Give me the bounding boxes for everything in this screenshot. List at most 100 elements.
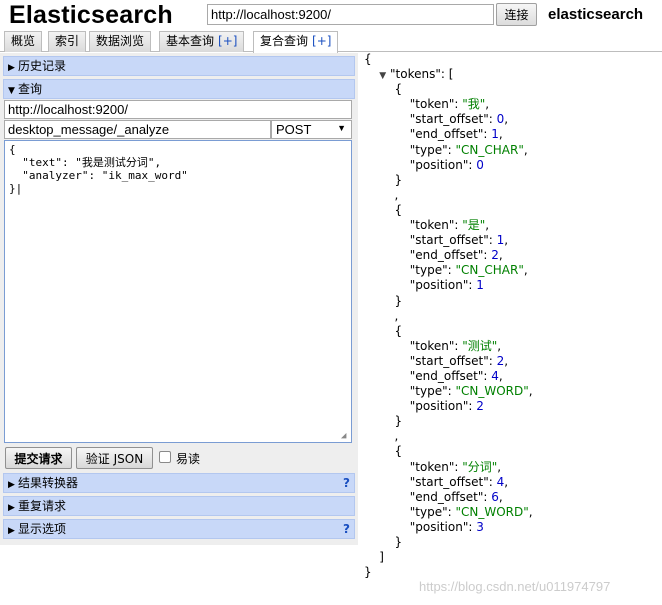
- tab-overview[interactable]: 概览: [4, 31, 43, 52]
- json-brace: }: [394, 172, 403, 187]
- tab-bar: 概览 索引 数据浏览 基本查询 [+] 复合查询 [+]: [0, 30, 662, 53]
- collapse-toggle-icon[interactable]: ▼: [379, 71, 386, 81]
- body-line: "analyzer": "ik_max_word": [9, 169, 188, 182]
- json-key: "position": [409, 278, 469, 293]
- json-value: 0: [496, 112, 505, 127]
- json-line: "token": "测试",: [409, 338, 502, 353]
- json-key: "tokens": [: [390, 67, 454, 82]
- json-brace: {: [394, 444, 403, 459]
- json-value: "CN_WORD": [455, 504, 529, 519]
- json-line: "type": "CN_WORD",: [409, 504, 533, 519]
- json-brace: }: [364, 565, 372, 580]
- json-line: "start_offset": 0,: [409, 112, 509, 127]
- json-line: }: [364, 414, 660, 429]
- tab-label: 数据浏览: [96, 34, 145, 48]
- json-line: "token": "我",: [409, 97, 490, 112]
- json-line: "token": "分词",: [409, 459, 502, 474]
- json-separator: ,: [394, 187, 399, 202]
- pretty-checkbox-label: 易读: [176, 452, 201, 466]
- query-url-input[interactable]: [4, 100, 352, 119]
- resize-grip-icon[interactable]: ◢: [341, 432, 350, 441]
- json-value: "测试": [462, 338, 498, 353]
- tab-plus[interactable]: [+]: [218, 34, 237, 48]
- history-section-header[interactable]: ▶ 历史记录: [3, 56, 355, 76]
- json-value: "CN_CHAR": [455, 142, 524, 157]
- json-value: 1: [496, 233, 505, 248]
- help-icon[interactable]: ?: [343, 520, 350, 538]
- request-body-editor[interactable]: { "text": "我是测试分词", "analyzer": "ik_max_…: [4, 140, 352, 443]
- method-value: POST: [276, 122, 312, 137]
- json-brace: }: [394, 414, 403, 429]
- json-line: }: [364, 173, 660, 188]
- json-key: "start_offset": [409, 233, 489, 248]
- submit-request-button[interactable]: 提交请求: [5, 447, 72, 469]
- query-section-header[interactable]: ▼ 查询: [3, 79, 355, 99]
- json-value: 2: [496, 353, 505, 368]
- connect-button[interactable]: 连接: [496, 3, 537, 26]
- json-line: "position": 1: [409, 278, 484, 293]
- section-label: 结果转换器: [18, 476, 79, 490]
- json-value: 6: [491, 489, 499, 504]
- tokens-list: { "token": "我", "start_offset": 0, "end_…: [364, 82, 660, 550]
- json-key: "type": [409, 263, 448, 278]
- tab-label: 索引: [55, 34, 80, 48]
- json-line: "type": "CN_WORD",: [409, 384, 533, 399]
- json-value: 0: [476, 157, 484, 172]
- json-line: "position": 0: [409, 157, 484, 172]
- json-bracket: ]: [379, 550, 384, 565]
- json-value: 4: [496, 474, 505, 489]
- json-line: "position": 3: [409, 519, 484, 534]
- json-value: 2: [476, 399, 484, 414]
- json-value: 4: [491, 368, 499, 383]
- validate-json-button[interactable]: 验证 JSON: [76, 447, 153, 469]
- tab-label: 概览: [11, 34, 36, 48]
- cluster-url-input[interactable]: [207, 4, 494, 25]
- json-key: "end_offset": [409, 248, 484, 263]
- expand-right-icon: ▶: [8, 503, 15, 513]
- cluster-name: elasticsearch: [548, 6, 644, 23]
- json-line: "end_offset": 2,: [409, 248, 503, 263]
- tab-compound-query[interactable]: 复合查询 [+]: [253, 31, 339, 53]
- display-options-section-header[interactable]: ▶ 显示选项 ?: [3, 519, 355, 539]
- json-key: "type": [409, 384, 448, 399]
- json-value: "我": [462, 97, 486, 112]
- section-label: 重复请求: [18, 499, 67, 513]
- json-line: }: [364, 294, 660, 309]
- json-line: ,: [364, 188, 660, 203]
- json-key: "type": [409, 504, 448, 519]
- query-path-input[interactable]: [4, 120, 271, 139]
- json-value: "分词": [462, 459, 498, 474]
- repeat-section-header[interactable]: ▶ 重复请求: [3, 496, 355, 516]
- json-line: "position": 2: [409, 399, 484, 414]
- expand-right-icon: ▶: [8, 480, 15, 490]
- json-line: {: [364, 444, 660, 459]
- pretty-checkbox[interactable]: [159, 451, 171, 463]
- json-key: "type": [409, 142, 448, 157]
- json-line: {: [364, 324, 660, 339]
- json-value: "是": [462, 218, 486, 233]
- json-separator: ,: [394, 308, 399, 323]
- tab-basic-query[interactable]: 基本查询 [+]: [159, 31, 245, 52]
- json-line: {: [364, 203, 660, 218]
- json-brace: {: [394, 82, 403, 97]
- json-line: ,: [364, 309, 660, 324]
- json-separator: ,: [394, 429, 399, 444]
- tab-browser[interactable]: 数据浏览: [89, 31, 152, 52]
- json-line: {: [364, 82, 660, 97]
- http-method-select[interactable]: POST ▼: [271, 120, 352, 139]
- tab-indices[interactable]: 索引: [48, 31, 87, 52]
- json-line: ▼ "tokens": [: [364, 67, 660, 82]
- section-label: 查询: [18, 82, 43, 96]
- json-line: ,: [364, 429, 660, 444]
- body-line: "text": "我是测试分词",: [9, 156, 162, 169]
- help-icon[interactable]: ?: [343, 474, 350, 492]
- json-brace: {: [364, 52, 372, 66]
- tab-plus[interactable]: [+]: [312, 34, 331, 48]
- json-line: "type": "CN_CHAR",: [409, 263, 528, 278]
- json-key: "position": [409, 519, 469, 534]
- transformer-section-header[interactable]: ▶ 结果转换器 ?: [3, 473, 355, 493]
- section-label: 历史记录: [18, 59, 67, 73]
- json-brace: {: [394, 323, 403, 338]
- json-line: "start_offset": 1,: [409, 233, 509, 248]
- watermark: https://blog.csdn.net/u011974797: [419, 579, 611, 594]
